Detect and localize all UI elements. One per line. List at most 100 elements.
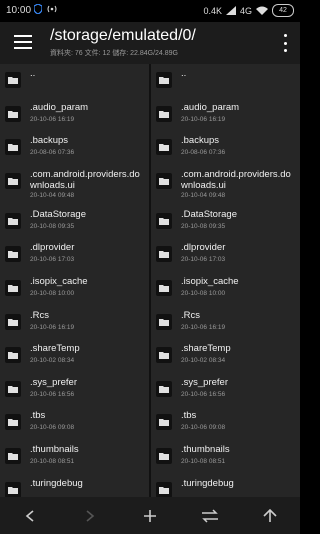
file-date: 20-10-08 08:51 [30, 457, 75, 465]
file-date: 20-10-04 09:48 [181, 191, 226, 199]
file-list-item[interactable]: .dlprovider 20-10-06 17:03 [151, 238, 300, 272]
file-name: .shareTemp [181, 343, 231, 355]
file-name: .sys_prefer [181, 376, 228, 388]
shield-notification-icon [34, 4, 42, 14]
file-name: .Rcs [181, 309, 200, 321]
folder-icon [156, 72, 172, 88]
file-list-item[interactable]: .Rcs 20-10-06 16:19 [151, 306, 300, 340]
file-date: 20-10-08 10:00 [30, 289, 75, 297]
file-date: 20-10-06 16:56 [30, 390, 75, 398]
signal-icon [225, 6, 236, 15]
folder-icon [156, 447, 172, 464]
folder-icon [5, 72, 21, 88]
file-date: 20-10-06 16:19 [30, 323, 75, 331]
dual-pane-container: .. .audio_param 20-10-06 16:19 .backups 20-0… [0, 64, 300, 497]
right-pane: .. .audio_param 20-10-06 16:19 .backups 20-0… [151, 64, 300, 497]
file-list-item[interactable]: .sys_prefer 20-10-06 16:56 [0, 373, 149, 407]
file-name: .audio_param [30, 101, 89, 113]
file-list-item[interactable]: .backups 20-08-06 07:36 [0, 131, 149, 165]
file-list-item[interactable]: .com.android.providers.downloads.ui 20-10… [0, 165, 149, 205]
file-name: .turingdebug [30, 477, 83, 489]
folder-icon [5, 380, 21, 397]
current-path: /storage/emulated/0/ [50, 27, 196, 44]
file-list-item[interactable]: .DataStorage 20-10-08 09:35 [0, 205, 149, 239]
folder-icon [156, 279, 172, 296]
file-name: .turingdebug [181, 477, 234, 489]
file-list-item[interactable]: .thumbnails 20-10-08 08:51 [0, 440, 149, 474]
file-list-item[interactable]: .. [0, 64, 149, 98]
menu-icon[interactable] [14, 35, 32, 49]
left-pane: .. .audio_param 20-10-06 16:19 .backups 20-0… [0, 64, 149, 497]
file-name: .sys_prefer [30, 376, 77, 388]
folder-icon [156, 172, 172, 189]
file-list-item[interactable]: .shareTemp 20-10-02 08:34 [151, 339, 300, 373]
file-name: .thumbnails [30, 443, 79, 455]
swap-icon[interactable] [199, 505, 221, 527]
hotspot-icon [47, 5, 57, 13]
folder-icon [156, 380, 172, 397]
up-icon[interactable] [259, 505, 281, 527]
file-date: 20-10-06 09:08 [30, 424, 75, 432]
file-date: 20-10-08 10:00 [181, 289, 226, 297]
folder-icon [156, 414, 172, 431]
file-list-item[interactable]: .sys_prefer 20-10-06 16:56 [151, 373, 300, 407]
file-list-item[interactable]: .turingdebug [151, 474, 300, 497]
folder-icon [5, 279, 21, 296]
file-list-item[interactable]: .com.android.providers.downloads.ui 20-10… [151, 165, 300, 205]
file-name: .shareTemp [30, 343, 80, 355]
folder-icon [156, 139, 172, 156]
more-options-icon[interactable] [284, 34, 288, 52]
back-icon[interactable] [19, 505, 41, 527]
file-date: 20-10-08 08:51 [181, 457, 226, 465]
file-list-item[interactable]: .thumbnails 20-10-08 08:51 [151, 440, 300, 474]
file-name: .DataStorage [181, 208, 237, 220]
network-type: 4G [239, 5, 252, 16]
file-name: .. [181, 68, 187, 79]
forward-icon[interactable] [79, 505, 101, 527]
file-name: .com.android.providers.downloads.ui [30, 168, 140, 191]
file-name: .tbs [30, 410, 46, 422]
file-date: 20-10-08 09:35 [30, 222, 75, 230]
file-name: .dlprovider [30, 242, 75, 254]
file-name: .. [30, 68, 36, 79]
file-name: .com.android.providers.downloads.ui [181, 168, 291, 191]
battery-indicator: 42 [272, 4, 294, 17]
file-list-item[interactable]: .isopix_cache 20-10-08 10:00 [0, 272, 149, 306]
file-name: .dlprovider [181, 242, 226, 254]
folder-icon [5, 481, 21, 497]
file-list-item[interactable]: .shareTemp 20-10-02 08:34 [0, 339, 149, 373]
file-date: 20-10-06 16:56 [181, 390, 226, 398]
folder-icon [5, 172, 21, 189]
storage-summary: 資料夾: 76 文件: 12 儲存: 22.84G/24.89G [50, 50, 178, 57]
status-left-icons [34, 4, 58, 14]
file-list-item[interactable]: .tbs 20-10-06 09:08 [151, 406, 300, 440]
file-list-item[interactable]: .. [151, 64, 300, 98]
file-list-item[interactable]: .Rcs 20-10-06 16:19 [0, 306, 149, 340]
file-name: .Rcs [30, 309, 49, 321]
file-list-item[interactable]: .audio_param 20-10-06 16:19 [151, 98, 300, 132]
file-list-item[interactable]: .backups 20-08-06 07:36 [151, 131, 300, 165]
file-list-item[interactable]: .DataStorage 20-10-08 09:35 [151, 205, 300, 239]
folder-icon [5, 414, 21, 431]
folder-icon [5, 139, 21, 156]
file-list-item[interactable]: .tbs 20-10-06 09:08 [0, 406, 149, 440]
status-bar: 10:00 0.4K 4G 42 [0, 0, 300, 22]
status-time: 10:00 [6, 5, 32, 16]
file-list-item[interactable]: .turingdebug [0, 474, 149, 497]
file-name: .backups [30, 135, 69, 147]
add-icon[interactable] [139, 505, 161, 527]
folder-icon [156, 212, 172, 229]
file-date: 20-10-02 08:34 [30, 357, 75, 365]
file-name: .isopix_cache [30, 275, 88, 287]
file-date: 20-08-06 07:36 [30, 149, 75, 157]
bottom-toolbar [0, 497, 300, 534]
file-list-item[interactable]: .isopix_cache 20-10-08 10:00 [151, 272, 300, 306]
network-speed: 0.4K [203, 5, 222, 16]
file-list-item[interactable]: .dlprovider 20-10-06 17:03 [0, 238, 149, 272]
file-name: .thumbnails [181, 443, 230, 455]
file-date: 20-10-06 09:08 [181, 424, 226, 432]
wifi-icon [256, 6, 268, 15]
file-date: 20-10-06 17:03 [30, 256, 75, 264]
file-list-item[interactable]: .audio_param 20-10-06 16:19 [0, 98, 149, 132]
file-date: 20-10-04 09:48 [30, 191, 75, 199]
